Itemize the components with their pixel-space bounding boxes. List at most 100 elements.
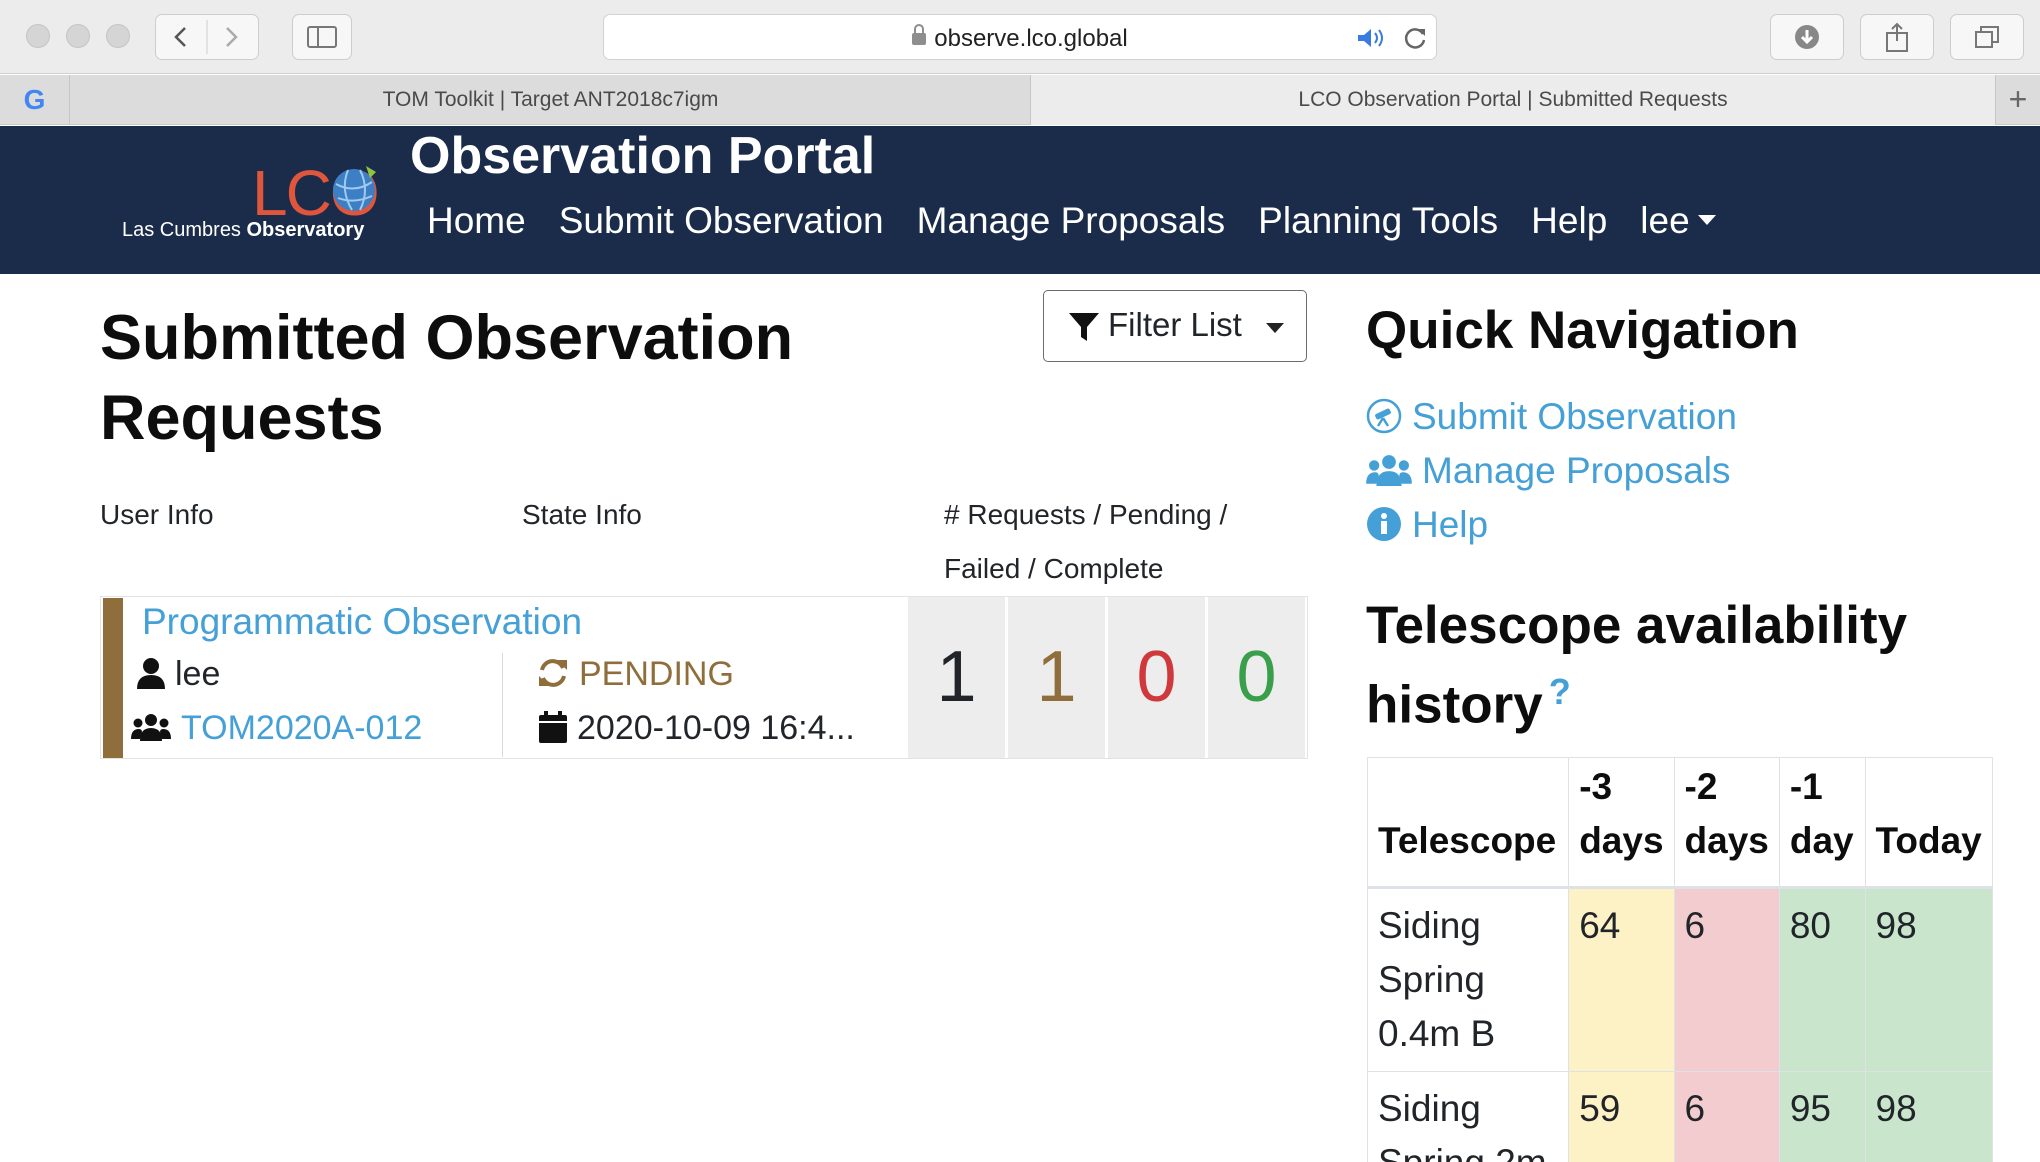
globe-icon	[333, 166, 376, 211]
tab-tom-toolkit[interactable]: TOM Toolkit | Target ANT2018c7igm	[71, 75, 1031, 125]
table-row: Siding Spring 2m 59 6 95 98	[1366, 1071, 1994, 1162]
count-requests: 1	[908, 597, 1005, 758]
page-title: Submitted Observation Requests	[100, 303, 794, 453]
quick-link-submit-observation[interactable]: Submit Observation	[1366, 396, 1737, 438]
telescope-name: Siding Spring 2m	[1366, 1071, 1570, 1162]
quick-link-help-label: Help	[1412, 504, 1489, 545]
back-forward-icon	[174, 20, 238, 54]
portal-title[interactable]: Observation Portal	[410, 126, 875, 186]
request-proposal-link[interactable]: TOM2020A-012	[181, 709, 422, 747]
column-header-counts-line1: # Requests / Pending /	[944, 499, 1228, 530]
availability-cell: 59	[1568, 1071, 1675, 1162]
quick-navigation-title: Quick Navigation	[1366, 301, 1799, 360]
nav-user-label: lee	[1640, 200, 1690, 241]
request-proposal: TOM2020A-012	[131, 709, 422, 748]
url-text: observe.lco.global	[934, 25, 1128, 52]
users-icon	[1366, 455, 1412, 487]
share-icon	[1886, 22, 1908, 52]
reload-icon[interactable]	[1402, 25, 1428, 51]
request-name-link[interactable]: Programmatic Observation	[142, 601, 582, 643]
tab-bar: G TOM Toolkit | Target ANT2018c7igm LCO …	[0, 75, 2040, 125]
request-user-name: lee	[175, 655, 221, 693]
nav-manage-proposals[interactable]: Manage Proposals	[917, 200, 1226, 242]
help-question-icon[interactable]: ?	[1549, 671, 1571, 712]
lock-icon	[912, 24, 927, 45]
sync-icon	[539, 659, 567, 687]
info-icon	[1367, 507, 1401, 542]
availability-cell: 95	[1778, 1071, 1866, 1162]
availability-cell: 80	[1778, 887, 1866, 1072]
logo-subtitle: Las Cumbres Observatory	[122, 219, 364, 242]
download-icon	[1795, 25, 1819, 49]
sidebar-toggle-button[interactable]	[292, 14, 352, 60]
column-header-counts: # Requests / Pending / Failed / Complete	[944, 488, 1227, 596]
telescope-availability-title-text: Telescope availability history	[1366, 596, 1908, 735]
telescope-availability-title: Telescope availability history?	[1366, 593, 1966, 739]
site-navbar: LCO Las Cumbres Observatory Observation …	[0, 126, 2040, 274]
count-pending: 1	[1008, 597, 1105, 758]
address-bar[interactable]: observe.lco.global	[603, 14, 1437, 60]
availability-cell: 6	[1673, 887, 1780, 1072]
nav-user-menu[interactable]: lee	[1640, 200, 1716, 242]
table-header: -1 day	[1778, 757, 1866, 889]
state-color-bar	[103, 598, 123, 758]
table-header-row: Telescope -3 days -2 days -1 day Today	[1366, 757, 1994, 889]
availability-cell: 98	[1864, 1071, 1994, 1162]
nav-submit-observation[interactable]: Submit Observation	[559, 200, 884, 242]
table-header: Telescope	[1366, 757, 1570, 889]
nav-links: Home Submit Observation Manage Proposals…	[427, 200, 1749, 242]
request-date: 2020-10-09 16:4...	[539, 709, 855, 748]
count-failed: 0	[1108, 597, 1205, 758]
nav-home[interactable]: Home	[427, 200, 526, 242]
nav-planning-tools[interactable]: Planning Tools	[1258, 200, 1498, 242]
tabs-icon	[1975, 26, 1999, 48]
tab-lco-portal[interactable]: LCO Observation Portal | Submitted Reque…	[1031, 75, 1996, 125]
tab-overview-button[interactable]	[1950, 14, 2024, 60]
table-header: -2 days	[1673, 757, 1780, 889]
card-divider	[502, 653, 503, 757]
caret-down-icon	[1266, 323, 1284, 333]
availability-cell: 6	[1673, 1071, 1780, 1162]
caret-down-icon	[1697, 215, 1716, 226]
filter-icon	[1069, 313, 1099, 341]
share-button[interactable]	[1860, 14, 1934, 60]
table-header: -3 days	[1568, 757, 1675, 889]
logo-subtitle-light: Las Cumbres	[122, 219, 247, 241]
users-icon	[131, 714, 171, 742]
calendar-icon	[539, 711, 567, 744]
telescope-name: Siding Spring 0.4m B	[1366, 887, 1570, 1072]
table-row: Siding Spring 0.4m B 64 6 80 98	[1366, 887, 1994, 1072]
quick-link-manage-proposals[interactable]: Manage Proposals	[1366, 450, 1731, 492]
column-header-user-info: User Info	[100, 499, 214, 530]
quick-link-submit-observation-label: Submit Observation	[1412, 396, 1737, 437]
availability-table: Telescope -3 days -2 days -1 day Today S…	[1366, 757, 1994, 1162]
new-tab-button[interactable]: +	[1996, 75, 2040, 125]
availability-cell: 98	[1864, 887, 1994, 1072]
logo-subtitle-bold: Observatory	[246, 219, 365, 241]
request-state: PENDING	[537, 655, 734, 694]
close-window-button[interactable]	[26, 24, 50, 48]
zoom-window-button[interactable]	[106, 24, 130, 48]
browser-toolbar: observe.lco.global	[0, 0, 2040, 74]
request-card: Programmatic Observation lee TOM2020A-01…	[100, 596, 1308, 759]
column-header-counts-line2: Failed / Complete	[944, 553, 1164, 584]
request-user: lee	[137, 655, 220, 694]
table-header: Today	[1864, 757, 1994, 889]
minimize-window-button[interactable]	[66, 24, 90, 48]
back-forward-group	[155, 14, 259, 60]
column-header-state-info: State Info	[522, 499, 642, 530]
availability-cell: 64	[1568, 887, 1675, 1072]
request-date-text: 2020-10-09 16:4...	[577, 709, 855, 747]
google-icon[interactable]: G	[0, 75, 70, 125]
nav-help[interactable]: Help	[1531, 200, 1607, 242]
user-icon	[137, 658, 165, 690]
downloads-button[interactable]	[1770, 14, 1844, 60]
sidebar-icon	[307, 26, 337, 48]
filter-list-button[interactable]: Filter List	[1043, 290, 1307, 362]
quick-link-manage-proposals-label: Manage Proposals	[1422, 450, 1731, 491]
count-complete: 0	[1208, 597, 1305, 758]
request-state-label: PENDING	[579, 655, 734, 693]
quick-link-help[interactable]: Help	[1366, 504, 1488, 546]
telescope-icon	[1366, 398, 1402, 434]
speaker-icon[interactable]	[1356, 27, 1390, 49]
